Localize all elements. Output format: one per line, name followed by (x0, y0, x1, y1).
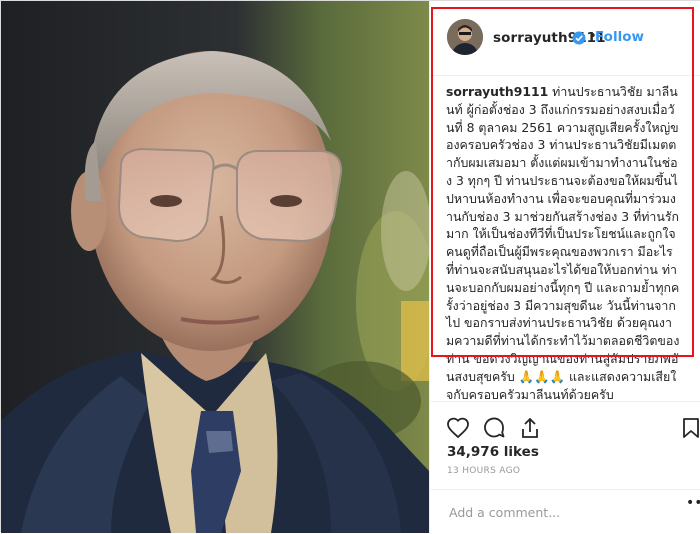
bookmark-icon[interactable] (679, 416, 700, 440)
post-timestamp: 13 HOURS AGO (447, 466, 521, 476)
more-options-button[interactable]: ••• (686, 495, 700, 511)
instagram-post-frame: sorrayuth9111 • Follow sorrayuth9111 ท่า… (0, 0, 700, 533)
follow-button[interactable]: Follow (595, 29, 644, 45)
post-photo[interactable] (1, 1, 429, 533)
share-icon[interactable] (518, 416, 542, 440)
post-side-panel: sorrayuth9111 • Follow sorrayuth9111 ท่า… (429, 1, 700, 533)
caption-username[interactable]: sorrayuth9111 (446, 84, 548, 99)
verified-badge-icon (572, 31, 586, 45)
likes-count[interactable]: 34,976 likes (447, 444, 539, 460)
caption-text: ท่านประธานวิชัย มาลีนนท์ ผู้ก่อตั้งช่อง … (446, 84, 680, 402)
portrait-image (1, 1, 429, 533)
post-header: sorrayuth9111 • Follow (430, 1, 700, 76)
comment-icon[interactable] (482, 416, 506, 440)
comment-input[interactable] (447, 502, 651, 522)
avatar-image (447, 19, 483, 55)
comment-bar (430, 489, 700, 534)
heart-icon[interactable] (446, 416, 470, 440)
post-caption: sorrayuth9111 ท่านประธานวิชัย มาลีนนท์ ผ… (446, 83, 680, 403)
avatar[interactable] (447, 19, 483, 55)
